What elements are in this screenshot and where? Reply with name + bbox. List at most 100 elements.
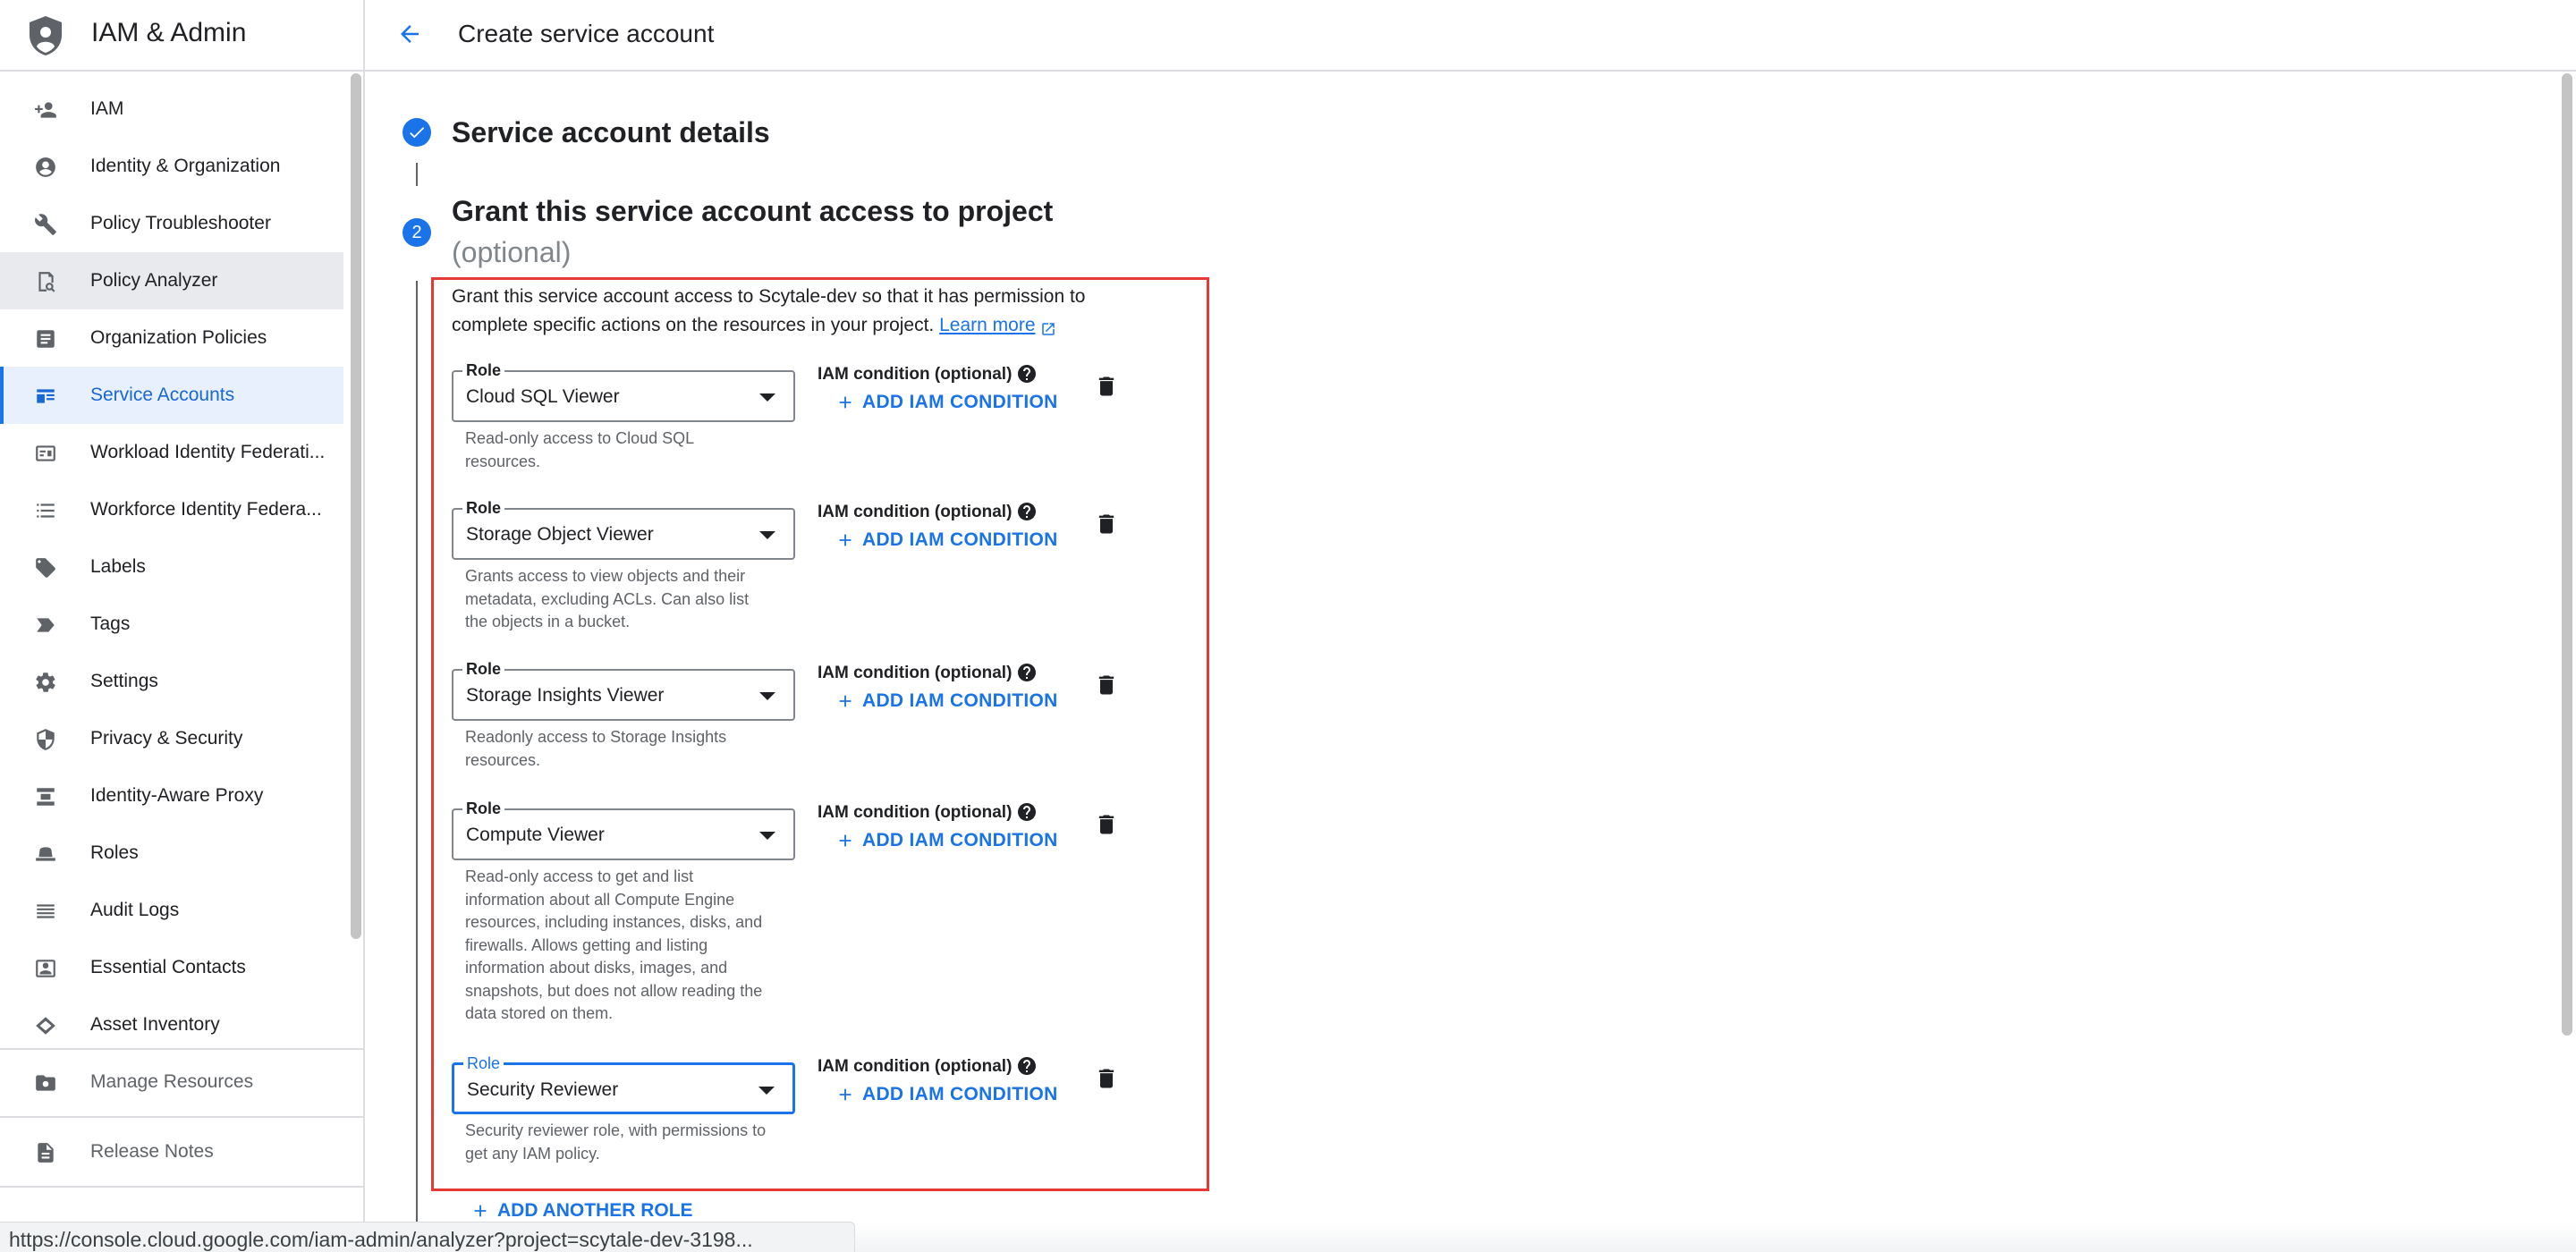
arrow-back-icon	[396, 21, 423, 52]
manage-resources-icon	[34, 1071, 57, 1095]
contact-icon	[34, 957, 57, 980]
sidebar-item-audit-logs[interactable]: Audit Logs	[0, 882, 343, 939]
role-description: Read-only access to Cloud SQL resources.	[465, 429, 694, 470]
sidebar-item-policy-troubleshooter[interactable]: Policy Troubleshooter	[0, 195, 343, 252]
add-another-role-button[interactable]: ADD ANOTHER ROLE	[470, 1200, 693, 1222]
stepper-connector	[416, 163, 418, 186]
add-iam-condition-button[interactable]: ADD IAM CONDITION	[835, 830, 1058, 851]
sidebar-item-roles[interactable]: Roles	[0, 825, 343, 882]
plus-icon	[835, 691, 855, 711]
role-select[interactable]: Role Compute Viewer	[452, 799, 795, 860]
sidebar-item-labels[interactable]: Labels	[0, 538, 343, 596]
sidebar-item-iam[interactable]: IAM	[0, 80, 343, 138]
sidebar-item-release-notes[interactable]: Release Notes	[0, 1123, 365, 1180]
policy-analyzer-icon	[34, 270, 57, 293]
help-icon[interactable]	[1016, 501, 1038, 522]
step2-title: Grant this service account access to pro…	[452, 195, 1054, 227]
step1-title[interactable]: Service account details	[452, 116, 770, 149]
iam-condition-label: IAM condition (optional)	[818, 803, 1013, 822]
sidebar-item-manage-resources[interactable]: Manage Resources	[0, 1053, 365, 1111]
step2-subtitle: (optional)	[452, 236, 572, 268]
release-notes-label: Release Notes	[90, 1141, 214, 1162]
back-button[interactable]	[392, 18, 428, 54]
dropdown-arrow-icon	[759, 393, 775, 402]
sidebar-item-service-accounts[interactable]: Service Accounts	[0, 367, 343, 424]
role-description: Grants access to view objects and their …	[465, 567, 750, 630]
app-window: IAM & Admin IAM Identity & Organization …	[0, 0, 2576, 1252]
plus-icon	[835, 393, 855, 412]
role-description: Read-only access to get and list informa…	[465, 867, 763, 1022]
add-iam-condition-button[interactable]: ADD IAM CONDITION	[835, 1084, 1058, 1105]
delete-role-button[interactable]	[1094, 374, 1119, 399]
sidebar-item-label: Identity-Aware Proxy	[90, 785, 264, 806]
learn-more-link[interactable]: Learn more	[939, 315, 1035, 335]
hat-icon	[34, 842, 57, 866]
add-another-role-label: ADD ANOTHER ROLE	[497, 1200, 693, 1221]
sidebar-item-label: Privacy & Security	[90, 728, 243, 749]
role-field-label: Role	[463, 1054, 504, 1073]
step2-number-badge: 2	[402, 218, 431, 247]
help-icon[interactable]	[1016, 363, 1038, 385]
main-scrollbar[interactable]	[2562, 73, 2572, 1036]
sidebar-item-organization-policies[interactable]: Organization Policies	[0, 309, 343, 367]
role-value: Security Reviewer	[467, 1079, 619, 1100]
help-icon[interactable]	[1016, 801, 1038, 823]
dropdown-arrow-icon	[759, 832, 775, 840]
help-icon[interactable]	[1016, 662, 1038, 683]
plus-icon	[470, 1201, 490, 1221]
add-iam-condition-button[interactable]: ADD IAM CONDITION	[835, 529, 1058, 551]
plus-icon	[835, 1085, 855, 1104]
step-complete-check-icon	[402, 118, 431, 147]
sidebar-item-identity-aware-proxy[interactable]: Identity-Aware Proxy	[0, 767, 343, 825]
sidebar-item-asset-inventory[interactable]: Asset Inventory	[0, 996, 343, 1053]
sidebar-item-tags[interactable]: Tags	[0, 596, 343, 653]
label-icon	[34, 556, 57, 579]
iam-condition-label: IAM condition (optional)	[818, 503, 1013, 521]
sidebar-item-label: Workforce Identity Federa...	[90, 499, 322, 520]
role-select[interactable]: Role Cloud SQL Viewer	[452, 361, 795, 422]
add-iam-condition-label: ADD IAM CONDITION	[862, 690, 1058, 711]
wrench-icon	[34, 213, 57, 236]
plus-icon	[835, 831, 855, 850]
external-link-icon	[1040, 317, 1056, 336]
release-notes-icon	[34, 1141, 57, 1164]
article-icon	[34, 327, 57, 351]
help-icon[interactable]	[1016, 1055, 1038, 1077]
sidebar-nav: IAM Identity & Organization Policy Troub…	[0, 80, 343, 1053]
sidebar-item-label: Organization Policies	[90, 327, 267, 348]
sidebar-item-workload-identity-federation[interactable]: Workload Identity Federati...	[0, 424, 343, 481]
add-iam-condition-label: ADD IAM CONDITION	[862, 1084, 1058, 1104]
sidebar-item-workforce-identity-federation[interactable]: Workforce Identity Federa...	[0, 481, 343, 538]
role-value: Storage Object Viewer	[466, 524, 654, 545]
add-iam-condition-label: ADD IAM CONDITION	[862, 529, 1058, 550]
dropdown-arrow-icon	[758, 1087, 775, 1095]
sidebar-item-essential-contacts[interactable]: Essential Contacts	[0, 939, 343, 996]
bottom-fade	[855, 1223, 2576, 1252]
role-value: Storage Insights Viewer	[466, 685, 665, 706]
role-field-label: Role	[462, 499, 505, 518]
delete-role-button[interactable]	[1094, 812, 1119, 837]
add-iam-condition-button[interactable]: ADD IAM CONDITION	[835, 690, 1058, 712]
service-account-icon	[34, 385, 57, 408]
delete-role-button[interactable]	[1094, 512, 1119, 537]
role-select[interactable]: Role Security Reviewer	[452, 1054, 795, 1114]
role-description: Readonly access to Storage Insights reso…	[465, 728, 727, 769]
shield-icon	[34, 728, 57, 751]
delete-role-button[interactable]	[1094, 1066, 1119, 1091]
sidebar-scrollbar[interactable]	[351, 73, 361, 939]
sidebar-item-label: Roles	[90, 842, 139, 863]
iam-condition-label: IAM condition (optional)	[818, 1057, 1013, 1076]
role-select[interactable]: Role Storage Object Viewer	[452, 499, 795, 560]
sidebar-item-label: Identity & Organization	[90, 156, 281, 176]
sidebar-item-policy-analyzer[interactable]: Policy Analyzer	[0, 252, 343, 309]
add-iam-condition-button[interactable]: ADD IAM CONDITION	[835, 392, 1058, 413]
sidebar-item-label: Policy Troubleshooter	[90, 213, 271, 233]
sidebar-item-settings[interactable]: Settings	[0, 653, 343, 710]
sidebar-item-identity-organization[interactable]: Identity & Organization	[0, 138, 343, 195]
sidebar-item-privacy-security[interactable]: Privacy & Security	[0, 710, 343, 767]
role-select[interactable]: Role Storage Insights Viewer	[452, 660, 795, 721]
add-iam-condition-label: ADD IAM CONDITION	[862, 830, 1058, 850]
sidebar-item-label: Settings	[90, 671, 158, 691]
delete-role-button[interactable]	[1094, 673, 1119, 698]
account-circle-icon	[34, 156, 57, 179]
